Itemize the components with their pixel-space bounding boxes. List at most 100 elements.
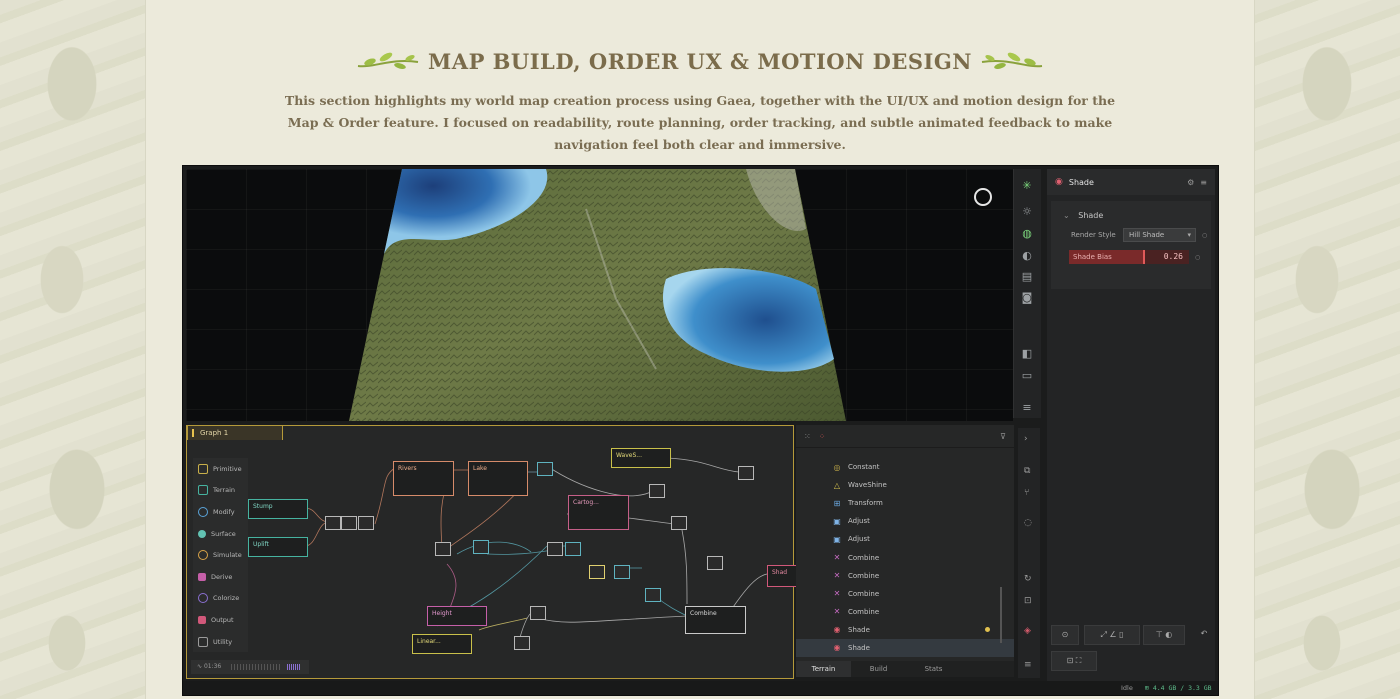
transform-icon: ⊞ — [833, 498, 841, 508]
palette-item-primitive[interactable]: Primitive — [193, 458, 248, 480]
graph-node-shade[interactable]: Shad — [767, 565, 797, 587]
graph-node-small[interactable] — [671, 516, 687, 530]
palette-item-colorize[interactable]: Colorize — [193, 587, 248, 610]
palette-item-modify[interactable]: Modify — [193, 501, 248, 523]
combine-icon: ✕ — [833, 607, 841, 617]
graph-node-small[interactable] — [547, 542, 563, 556]
drop-icon[interactable]: ◌ — [1024, 518, 1032, 528]
view-tools-button[interactable]: ⊤ ◐ — [1143, 625, 1185, 645]
copy-icon[interactable]: ⧉ — [1024, 466, 1030, 476]
library-item[interactable]: ▣ Adjust — [796, 530, 1014, 548]
graph-node-small[interactable] — [530, 606, 546, 620]
graph-node-linear[interactable]: Linear... — [412, 634, 472, 654]
graph-node-small[interactable] — [645, 588, 661, 602]
refresh-icon[interactable]: ↻ — [1024, 574, 1032, 584]
palette-item-derive[interactable]: Derive — [193, 565, 248, 588]
library-item-selected[interactable]: ◉ Shade — [796, 638, 1014, 658]
reset-icon[interactable]: ○ — [1195, 254, 1200, 261]
properties-header: ◉ Shade ⚙ ≡ — [1047, 169, 1215, 195]
graph-node-small[interactable] — [325, 516, 341, 530]
split-view-icon[interactable]: ◧ — [1020, 347, 1034, 361]
palette-icon[interactable]: ◍ — [1020, 227, 1034, 241]
viewport-toolbar: ✳ ☼ ◍ ◐ ▤ ◙ ◧ ▭ ≡ — [1013, 169, 1041, 418]
graph-node-small[interactable] — [358, 516, 374, 530]
3d-viewport[interactable] — [186, 169, 1013, 421]
palette-item-simulate[interactable]: Simulate — [193, 544, 248, 566]
palette-item-utility[interactable]: Utility — [193, 630, 248, 653]
graph-node-combine[interactable]: Combine — [685, 606, 746, 634]
sun-icon[interactable]: ☼ — [1020, 205, 1034, 219]
graph-node-small[interactable] — [537, 462, 553, 476]
timeline-marker — [287, 663, 302, 670]
graph-node-uplift[interactable]: Uplift — [248, 537, 308, 557]
decorative-left-border — [0, 0, 146, 699]
palette-item-output[interactable]: Output — [193, 609, 248, 631]
graph-node-small[interactable] — [514, 636, 530, 650]
grid-icon[interactable]: ⁙ — [804, 432, 811, 441]
tab-terrain[interactable]: Terrain — [796, 661, 851, 677]
graph-node-small[interactable] — [565, 542, 581, 556]
surface-icon — [198, 529, 206, 538]
library-item[interactable]: ▣ Adjust — [796, 512, 1014, 530]
settings-icon[interactable]: ⚙ — [1187, 178, 1194, 187]
gaea-logo-icon[interactable]: ✳ — [1020, 179, 1034, 193]
undo-button[interactable]: ↶ — [1197, 625, 1211, 643]
library-item[interactable]: ◎ Constant — [796, 458, 1014, 476]
library-toolbar: ⁙ ⁘ ⊽ — [796, 425, 1014, 448]
library-item[interactable]: ⊞ Transform — [796, 494, 1014, 512]
adjust-icon: ▣ — [833, 534, 841, 544]
menu-icon[interactable]: ≡ — [1020, 401, 1034, 415]
search-tool-button[interactable]: ⊙ — [1051, 625, 1079, 645]
tab-stats[interactable]: Stats — [906, 661, 961, 677]
palette-item-surface[interactable]: Surface — [193, 522, 248, 545]
reset-icon[interactable]: ○ — [1202, 232, 1207, 239]
library-item[interactable]: ✕ Combine — [796, 567, 1014, 585]
library-scrollbar[interactable] — [1000, 587, 1002, 643]
filter-icon[interactable]: ⊽ — [1000, 432, 1006, 441]
node-library-panel: ⁙ ⁘ ⊽ ◎ Constant △ WaveShine ⊞ Transform ▣ A… — [796, 425, 1014, 677]
graph-node-waves[interactable]: WaveS... — [611, 448, 671, 468]
branch-icon[interactable]: ⑂ — [1024, 488, 1029, 498]
graph-node-cartog[interactable]: Cartog... — [568, 495, 629, 530]
memory-usage: ⊞ 4.4 GB / 3.3 GB — [1145, 681, 1212, 695]
graph-node-small[interactable] — [649, 484, 665, 498]
graph-node-small[interactable] — [473, 540, 489, 554]
contrast-icon[interactable]: ◐ — [1020, 249, 1034, 263]
graph-node-small[interactable] — [738, 466, 754, 480]
graph-node-small[interactable] — [707, 556, 723, 570]
graph-node-small[interactable] — [435, 542, 451, 556]
layers-icon[interactable]: ▤ — [1020, 270, 1034, 284]
section-toggle[interactable]: ⌄ Shade — [1051, 201, 1211, 220]
library-item[interactable]: ✕ Combine — [796, 603, 1014, 621]
graph-node-small[interactable] — [614, 565, 630, 579]
shade-node-icon: ◉ — [1055, 177, 1063, 187]
node-graph[interactable]: Graph 1 Primitive Terrain Modify Surface… — [186, 425, 797, 679]
graph-node-lake[interactable]: Lake — [468, 461, 528, 496]
output-icon — [198, 615, 206, 624]
menu-icon[interactable]: ≡ — [1024, 660, 1032, 670]
library-item[interactable]: ✕ Combine — [796, 585, 1014, 603]
library-item[interactable]: △ WaveShine — [796, 476, 1014, 494]
fit-view-button[interactable]: ⊡ ⛶ — [1051, 651, 1097, 671]
graph-node-stump[interactable]: Stump — [248, 499, 308, 519]
graph-node-height[interactable]: Height — [427, 606, 487, 626]
timeline-bar[interactable] — [231, 663, 282, 670]
transform-tools-button[interactable]: ⤢ ∠ ▯ — [1084, 625, 1140, 645]
graph-node-small[interactable] — [589, 565, 605, 579]
select-icon[interactable]: ⁘ — [819, 432, 826, 441]
graph-node-rivers[interactable]: Rivers — [393, 461, 454, 496]
bottom-tools: ⊙ ⤢ ∠ ▯ ⊤ ◐ ⊡ ⛶ ↶ — [1051, 625, 1211, 677]
graph-node-small[interactable] — [341, 516, 357, 530]
library-item[interactable]: ✕ Combine — [796, 548, 1014, 566]
shade-bias-slider[interactable]: Shade Bias 0.26 — [1069, 250, 1189, 264]
tab-build[interactable]: Build — [851, 661, 906, 677]
camera-icon[interactable]: ◙ — [1020, 291, 1034, 305]
library-item[interactable]: ◉ Shade — [796, 621, 1014, 639]
render-style-select[interactable]: Hill Shade — [1123, 228, 1196, 242]
lock-icon[interactable]: ⊡ — [1024, 596, 1032, 606]
chevron-right-icon[interactable]: › — [1024, 434, 1028, 444]
eye-icon[interactable]: ◈ — [1024, 626, 1031, 636]
palette-item-terrain[interactable]: Terrain — [193, 479, 248, 502]
frame-icon[interactable]: ▭ — [1020, 369, 1034, 383]
hamburger-icon[interactable]: ≡ — [1200, 178, 1207, 187]
